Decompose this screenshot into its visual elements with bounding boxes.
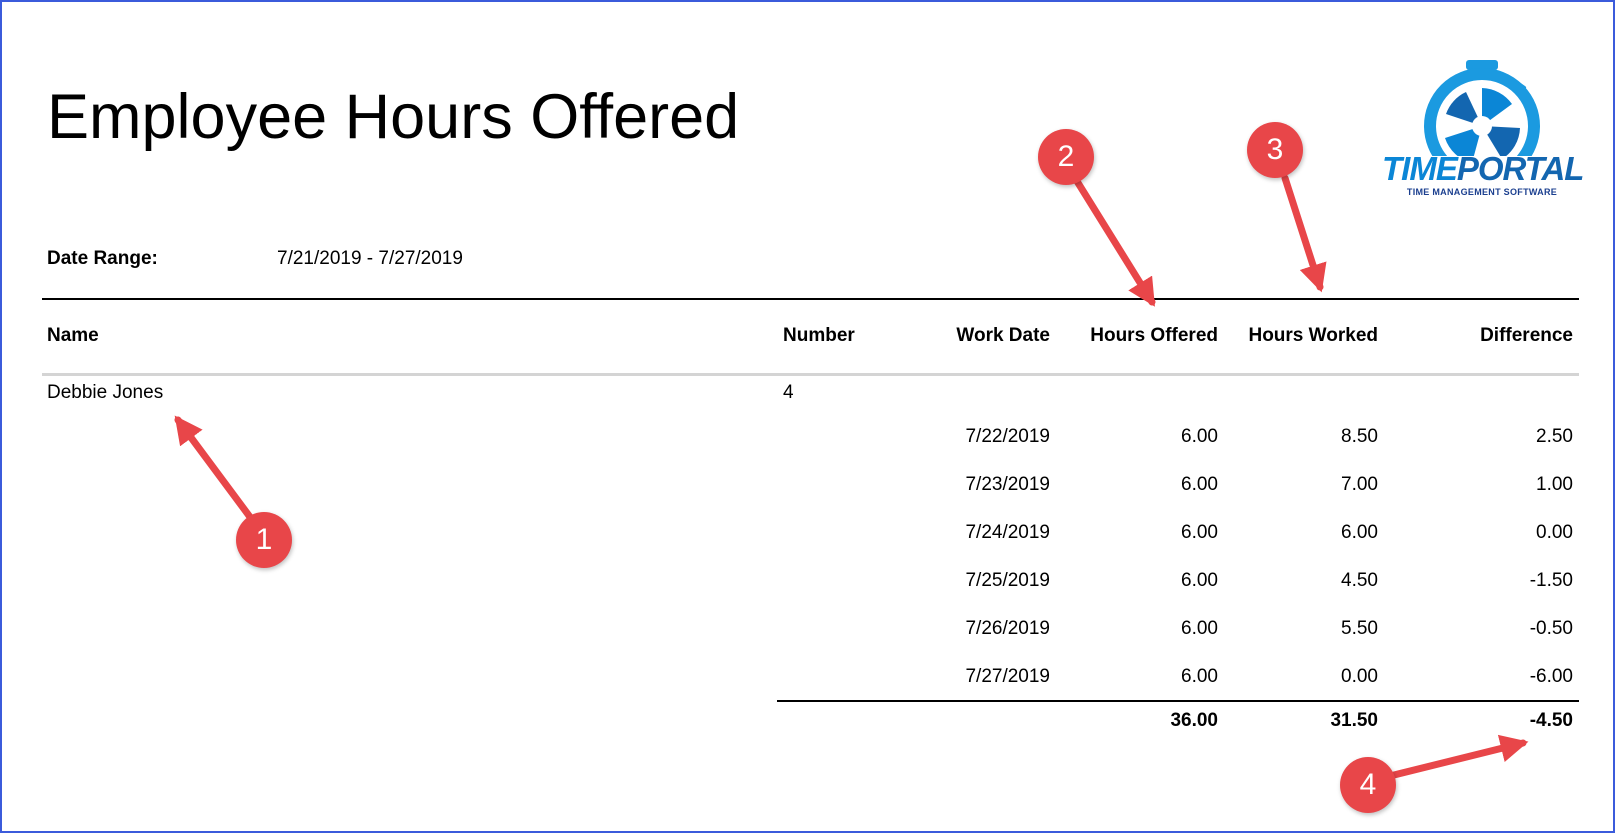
stopwatch-icon [1424,60,1540,156]
hours-offered-cell: 6.00 [1181,570,1218,591]
column-header-hours-offered: Hours Offered [1090,325,1218,346]
column-header-difference: Difference [1480,325,1573,346]
callout-1: 1 [236,512,292,568]
hours-offered-cell: 6.00 [1181,426,1218,447]
difference-cell: -1.50 [1529,570,1573,591]
work-date-cell: 7/23/2019 [965,474,1050,495]
total-hours-offered: 36.00 [1170,710,1218,731]
column-header-number: Number [783,325,855,346]
difference-cell: 0.00 [1536,522,1573,543]
difference-cell: -0.50 [1529,618,1573,639]
difference-cell: -6.00 [1529,666,1573,687]
difference-cell: 2.50 [1536,426,1573,447]
hours-offered-cell: 6.00 [1181,666,1218,687]
column-header-name: Name [47,325,99,346]
header-bottom-rule [42,373,1579,376]
employee-name: Debbie Jones [47,382,164,403]
date-range-label: Date Range: [47,248,158,269]
column-header-work-date: Work Date [956,325,1050,346]
work-date-cell: 7/26/2019 [965,618,1050,639]
callout-2: 2 [1038,129,1094,185]
work-date-cell: 7/27/2019 [965,666,1050,687]
difference-cell: 1.00 [1536,474,1573,495]
hours-worked-cell: 5.50 [1341,618,1378,639]
report-title: Employee Hours Offered [47,82,740,152]
header-top-rule [42,298,1579,300]
hours-worked-cell: 6.00 [1341,522,1378,543]
timeportal-logo: TIMEPORTAL TIME MANAGEMENT SOFTWARE [1382,56,1584,202]
callout-3: 3 [1247,122,1303,178]
total-hours-worked: 31.50 [1330,710,1378,731]
hours-worked-cell: 4.50 [1341,570,1378,591]
column-header-hours-worked: Hours Worked [1248,325,1378,346]
logo-tagline: TIME MANAGEMENT SOFTWARE [1406,187,1558,197]
hours-worked-cell: 0.00 [1341,666,1378,687]
hours-worked-cell: 7.00 [1341,474,1378,495]
hours-offered-cell: 6.00 [1181,618,1218,639]
total-difference: -4.50 [1529,710,1573,731]
logo-wordmark: TIMEPORTAL [1382,150,1584,187]
employee-number: 4 [783,382,794,403]
totals-rule [777,700,1579,702]
work-date-cell: 7/22/2019 [965,426,1050,447]
work-date-cell: 7/24/2019 [965,522,1050,543]
hours-offered-cell: 6.00 [1181,474,1218,495]
hours-worked-cell: 8.50 [1341,426,1378,447]
callout-4: 4 [1340,757,1396,813]
work-date-cell: 7/25/2019 [965,570,1050,591]
hours-offered-cell: 6.00 [1181,522,1218,543]
date-range-value: 7/21/2019 - 7/27/2019 [277,248,463,269]
